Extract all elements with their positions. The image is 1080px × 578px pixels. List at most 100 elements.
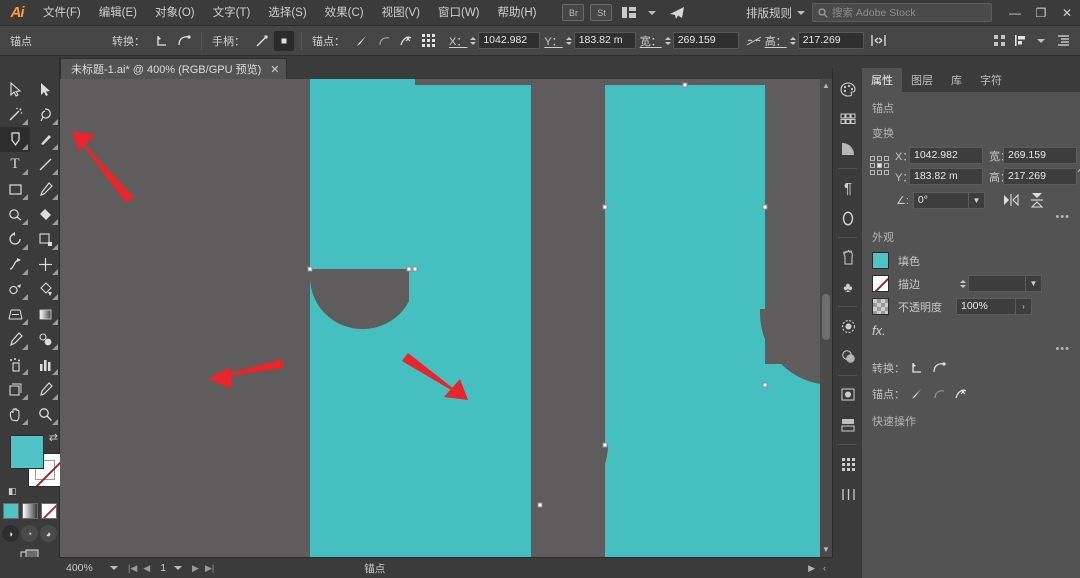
workspace-switcher-label[interactable]: 排版规则 bbox=[746, 5, 792, 21]
status-play-icon[interactable]: ▶ bbox=[808, 563, 815, 574]
align-chevron-down-icon[interactable] bbox=[1037, 38, 1045, 43]
anchor-point[interactable] bbox=[602, 442, 608, 448]
menu-object[interactable]: 对象(O) bbox=[146, 0, 204, 26]
convert-to-corner-icon[interactable] bbox=[906, 358, 928, 378]
document-setup-icon[interactable] bbox=[1053, 31, 1073, 51]
transparency-panel-icon[interactable] bbox=[833, 311, 863, 341]
tool-zoom[interactable] bbox=[30, 402, 60, 427]
width-input[interactable]: 269.159 bbox=[672, 32, 739, 49]
properties-width-input[interactable]: 269.159 bbox=[1003, 147, 1077, 164]
menu-edit[interactable]: 编辑(E) bbox=[90, 0, 146, 26]
status-chevron-left-icon[interactable]: ‹ bbox=[823, 563, 826, 573]
tool-live-paint-bucket[interactable] bbox=[30, 277, 60, 302]
align-panel-icon[interactable] bbox=[833, 479, 863, 509]
first-artboard-icon[interactable]: |◀ bbox=[128, 563, 137, 574]
tool-blend[interactable] bbox=[30, 327, 60, 352]
artboard-chevron-down-icon[interactable] bbox=[174, 566, 183, 570]
tab-properties[interactable]: 属性 bbox=[862, 68, 902, 92]
anchor-point[interactable] bbox=[602, 204, 608, 210]
angle-chevron-down-icon[interactable]: ▼ bbox=[968, 191, 985, 209]
convert-to-corner-icon[interactable] bbox=[152, 31, 172, 51]
appearance-more-options[interactable]: ••• bbox=[862, 343, 1080, 355]
properties-width-field[interactable]: 宽： 269.159 bbox=[989, 147, 1077, 164]
remove-anchor-icon[interactable] bbox=[906, 384, 928, 404]
y-coordinate-field[interactable]: Y： 183.82 m bbox=[544, 32, 636, 49]
tool-shaper[interactable] bbox=[0, 202, 30, 227]
tab-character[interactable]: 字符 bbox=[971, 68, 1011, 92]
anchor-point[interactable] bbox=[307, 266, 313, 272]
color-swatch-button[interactable] bbox=[2, 503, 19, 519]
tool-paintbrush[interactable] bbox=[30, 177, 60, 202]
menu-view[interactable]: 视图(V) bbox=[373, 0, 429, 26]
tool-perspective-grid[interactable] bbox=[0, 302, 30, 327]
arrange-chevron-down-icon[interactable] bbox=[648, 10, 657, 15]
symbols-panel-icon[interactable]: ♣ bbox=[833, 272, 863, 302]
tool-selection[interactable] bbox=[0, 77, 30, 102]
show-handles-icon[interactable] bbox=[252, 31, 272, 51]
document-tab[interactable]: 未标题-1.ai* @ 400% (RGB/GPU 预览) ✕ bbox=[60, 58, 288, 79]
anchor-point[interactable] bbox=[537, 502, 543, 508]
next-artboard-icon[interactable]: ▶ bbox=[192, 563, 199, 574]
stroke-weight-input[interactable] bbox=[968, 275, 1026, 292]
window-close-button[interactable]: ✕ bbox=[1054, 0, 1080, 26]
tab-libraries[interactable]: 库 bbox=[942, 68, 971, 92]
menu-effect[interactable]: 效果(C) bbox=[316, 0, 373, 26]
artboard-canvas[interactable]: ▲ ▼ bbox=[60, 79, 832, 557]
none-swatch-button[interactable] bbox=[40, 503, 57, 519]
path-right-base[interactable] bbox=[605, 439, 832, 557]
arrange-documents-icon[interactable] bbox=[618, 4, 640, 21]
reference-point-selector[interactable] bbox=[870, 156, 889, 176]
fill-row[interactable]: 填色 bbox=[862, 249, 1080, 272]
tool-shape-builder[interactable] bbox=[0, 277, 30, 302]
gradient-panel-icon[interactable] bbox=[833, 134, 863, 164]
y-input[interactable]: 183.82 m bbox=[573, 32, 636, 49]
flip-horizontal-icon[interactable] bbox=[1001, 191, 1021, 209]
hide-handles-icon[interactable] bbox=[274, 30, 294, 51]
swap-fill-stroke-icon[interactable]: ⇄ bbox=[49, 431, 58, 444]
window-minimize-button[interactable]: — bbox=[1002, 0, 1028, 26]
tool-magic-wand[interactable] bbox=[0, 102, 30, 127]
angle-input[interactable]: 0° bbox=[912, 191, 969, 209]
tool-line-segment[interactable] bbox=[30, 152, 60, 177]
tool-add-anchor-point[interactable] bbox=[30, 127, 60, 152]
properties-height-field[interactable]: 高： 217.269 bbox=[989, 168, 1077, 185]
stroke-weight-stepper[interactable] bbox=[960, 279, 966, 288]
menu-file[interactable]: 文件(F) bbox=[34, 0, 90, 26]
stroke-weight-control[interactable]: ▼ bbox=[960, 275, 1042, 292]
draw-normal-icon[interactable]: ◑ bbox=[2, 525, 19, 542]
appearance-panel-icon[interactable] bbox=[833, 341, 863, 371]
anchor-point[interactable] bbox=[762, 204, 768, 210]
properties-height-input[interactable]: 217.269 bbox=[1003, 168, 1077, 185]
fill-color-swatch[interactable] bbox=[10, 435, 44, 469]
color-panel-icon[interactable] bbox=[833, 74, 863, 104]
paragraph-panel-icon[interactable]: ¶ bbox=[833, 173, 863, 203]
width-field[interactable]: 宽： 269.159 bbox=[640, 32, 739, 49]
prev-artboard-icon[interactable]: ◀ bbox=[143, 563, 150, 574]
anchor-point[interactable] bbox=[762, 382, 768, 388]
scroll-up-icon[interactable]: ▲ bbox=[822, 81, 830, 91]
align-panel-icon[interactable] bbox=[1011, 31, 1031, 51]
scroll-down-icon[interactable]: ▼ bbox=[822, 545, 830, 555]
remove-selected-anchor-icon[interactable] bbox=[352, 31, 372, 51]
tool-eraser[interactable] bbox=[30, 202, 60, 227]
window-restore-button[interactable]: ❐ bbox=[1028, 0, 1054, 26]
constrain-proportions-icon[interactable] bbox=[744, 31, 764, 51]
transform-more-options[interactable]: ••• bbox=[862, 211, 1080, 223]
tool-slice[interactable] bbox=[30, 377, 60, 402]
tool-type[interactable]: T bbox=[0, 152, 30, 177]
stock-search-box[interactable]: 搜索 Adobe Stock bbox=[812, 3, 992, 22]
workspace-chevron-down-icon[interactable] bbox=[797, 10, 805, 15]
last-artboard-icon[interactable]: ▶| bbox=[205, 563, 214, 574]
gradient-swatch-button[interactable] bbox=[21, 503, 38, 519]
height-field[interactable]: 高： 217.269 bbox=[765, 32, 864, 49]
transform-panel-icon[interactable] bbox=[989, 31, 1009, 51]
pathfinder-panel-icon[interactable] bbox=[833, 449, 863, 479]
y-stepper[interactable] bbox=[565, 36, 572, 45]
tool-rectangle[interactable] bbox=[0, 177, 30, 202]
tool-scale[interactable] bbox=[30, 227, 60, 252]
brushes-panel-icon[interactable] bbox=[833, 242, 863, 272]
anchor-point[interactable] bbox=[406, 266, 412, 272]
tool-column-graph[interactable] bbox=[30, 352, 60, 377]
anchor-point[interactable] bbox=[412, 266, 418, 272]
cut-path-icon[interactable] bbox=[396, 31, 416, 51]
